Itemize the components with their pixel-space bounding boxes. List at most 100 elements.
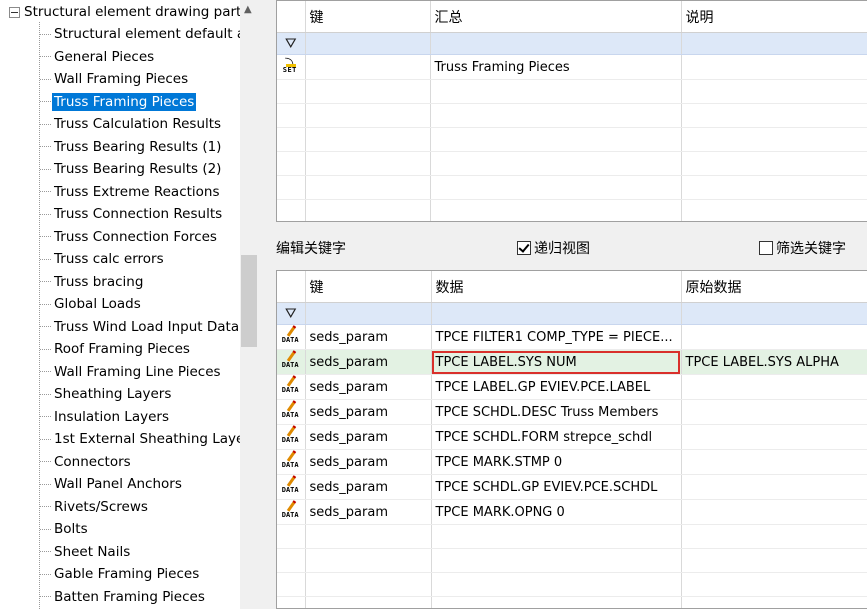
raw-data-cell[interactable] [681, 424, 867, 450]
filter-keywords-label: 筛选关键字 [776, 241, 846, 257]
column-header-raw-data[interactable]: 原始数据 [681, 271, 867, 303]
tree-item[interactable]: Truss Calculation Results [40, 114, 223, 134]
collapse-icon[interactable] [9, 6, 20, 18]
raw-data-cell[interactable] [681, 499, 867, 525]
table-row[interactable]: DATA seds_param TPCE SCHDL.FORM strepce_sc… [277, 424, 867, 450]
recursive-view-checkbox[interactable]: 递归视图 [517, 238, 590, 258]
table-row[interactable]: DATA seds_param TPCE SCHDL.DESC Truss Memb… [277, 399, 867, 425]
tree-item[interactable]: Truss bracing [40, 272, 145, 292]
tree-item[interactable]: Wall Framing Pieces [40, 69, 190, 89]
checkbox-empty-icon[interactable] [759, 241, 773, 255]
tree-connector [40, 596, 51, 597]
description-cell[interactable] [681, 54, 867, 80]
tree-item[interactable]: Connectors [40, 452, 133, 472]
data-cell[interactable]: TPCE MARK.OPNG 0 [431, 499, 682, 525]
data-cell[interactable]: TPCE SCHDL.GP EVIEV.PCE.SCHDL [431, 474, 682, 500]
raw-data-cell[interactable] [681, 449, 867, 475]
tree-item[interactable]: Structural element default av [40, 24, 255, 44]
tree-item-label: Batten Framing Pieces [54, 588, 205, 605]
table-row[interactable]: DATA seds_param TPCE LABEL.GP EVIEV.PCE.LA… [277, 374, 867, 400]
raw-data-cell[interactable] [681, 374, 867, 400]
raw-data-cell[interactable] [681, 324, 867, 350]
table-row[interactable]: DATA seds_param TPCE LABEL.SYS NUM TPCE LAB… [277, 349, 867, 375]
summary-cell[interactable]: Truss Framing Pieces [430, 54, 682, 80]
tree-item[interactable]: Truss Bearing Results (1) [40, 137, 223, 157]
data-pencil-icon: DATA [282, 400, 300, 420]
filter-keywords-checkbox[interactable]: 筛选关键字 [759, 238, 846, 258]
column-header-description[interactable]: 说明 [681, 1, 867, 33]
filter-funnel-icon[interactable]: ⛛ [285, 36, 297, 52]
scrollbar-thumb[interactable] [241, 255, 257, 347]
key-cell[interactable]: seds_param [305, 399, 432, 425]
data-cell[interactable]: TPCE SCHDL.DESC Truss Members [431, 399, 682, 425]
tree-connector [40, 281, 51, 282]
tree-item[interactable]: Bolts [40, 519, 90, 539]
tree-item[interactable]: Sheathing Layers [40, 384, 173, 404]
tree-item[interactable]: Truss Bearing Results (2) [40, 159, 223, 179]
column-header-summary[interactable]: 汇总 [430, 1, 682, 33]
key-cell[interactable]: seds_param [305, 324, 432, 350]
tree-item[interactable]: Sheet Nails [40, 542, 132, 562]
filter-funnel-icon[interactable]: ⛛ [285, 306, 297, 322]
data-cell[interactable]: TPCE FILTER1 COMP_TYPE = PIECE... [431, 324, 682, 350]
tree-item-label: Wall Panel Anchors [54, 476, 182, 492]
tree-connector [40, 393, 51, 395]
tree-item[interactable]: Truss Extreme Reactions [40, 182, 222, 202]
key-cell[interactable]: seds_param [305, 474, 432, 500]
key-cell[interactable]: seds_param [305, 449, 432, 475]
raw-data-cell[interactable] [681, 399, 867, 425]
tree-item[interactable]: Roof Framing Pieces [40, 339, 192, 359]
panel-splitter[interactable] [258, 0, 276, 609]
table-row[interactable]: DATA seds_param TPCE FILTER1 COMP_TYPE = P… [277, 324, 867, 350]
filter-row[interactable]: ⛛ [277, 32, 867, 55]
scroll-up-icon[interactable]: ▲ [244, 4, 252, 15]
tree-item[interactable]: Truss Framing Pieces [40, 92, 197, 112]
table-row[interactable]: DATA seds_param TPCE SCHDL.GP EVIEV.PCE.SC… [277, 474, 867, 500]
data-pencil-icon: DATA [282, 425, 300, 445]
tree-item[interactable]: Batten Framing Pieces [40, 587, 207, 607]
tree-item[interactable]: Truss Connection Forces [40, 227, 219, 247]
tree-connector [40, 236, 51, 237]
tree-item[interactable]: Insulation Layers [40, 407, 171, 427]
table-row[interactable]: ⤵ SET Truss Framing Pieces [277, 54, 867, 80]
data-cell[interactable]: TPCE LABEL.SYS NUM [431, 349, 682, 375]
tree-item[interactable]: Global Loads [40, 294, 143, 314]
checkbox-checked-icon[interactable] [517, 241, 531, 255]
filter-cell[interactable] [305, 302, 432, 325]
tree-root[interactable]: Structural element drawing part [9, 2, 241, 22]
filter-cell[interactable] [305, 32, 431, 55]
tree-item[interactable]: General Pieces [40, 47, 156, 67]
key-cell[interactable] [305, 54, 431, 80]
column-header-key[interactable]: 键 [305, 1, 431, 33]
filter-cell[interactable] [430, 32, 682, 55]
tree-item[interactable]: Truss Connection Results [40, 204, 224, 224]
column-header-data[interactable]: 数据 [431, 271, 682, 303]
tree-item[interactable]: Truss Wind Load Input Data [40, 317, 241, 337]
filter-cell[interactable] [431, 302, 682, 325]
raw-data-cell[interactable] [681, 474, 867, 500]
tree-item-label: Global Loads [54, 296, 141, 312]
key-cell[interactable]: seds_param [305, 349, 432, 375]
column-header-key[interactable]: 键 [305, 271, 432, 303]
data-cell[interactable]: TPCE LABEL.GP EVIEV.PCE.LABEL [431, 374, 682, 400]
filter-cell[interactable] [681, 32, 867, 55]
table-row[interactable]: DATA seds_param TPCE MARK.STMP 0 [277, 449, 867, 475]
tree-item[interactable]: Wall Framing Line Pieces [40, 362, 223, 382]
filter-cell[interactable] [681, 302, 867, 325]
tree-item-label: Truss Framing Pieces [52, 92, 197, 111]
key-cell[interactable]: seds_param [305, 424, 432, 450]
raw-data-cell[interactable]: TPCE LABEL.SYS ALPHA [681, 349, 867, 375]
tree-item[interactable]: Gable Framing Pieces [40, 564, 201, 584]
key-cell[interactable]: seds_param [305, 374, 432, 400]
data-cell[interactable]: TPCE MARK.STMP 0 [431, 449, 682, 475]
data-cell[interactable]: TPCE SCHDL.FORM strepce_schdl [431, 424, 682, 450]
tree-item[interactable]: 1st External Sheathing Layer [40, 429, 252, 449]
key-cell[interactable]: seds_param [305, 499, 432, 525]
table-row[interactable]: DATA seds_param TPCE MARK.OPNG 0 [277, 499, 867, 525]
tree-item[interactable]: Rivets/Screws [40, 497, 150, 517]
tree-connector [40, 326, 51, 327]
tree-item[interactable]: Wall Panel Anchors [40, 474, 184, 494]
tree-scrollbar[interactable]: ▲ [240, 0, 258, 609]
filter-row[interactable]: ⛛ [277, 302, 867, 325]
tree-item[interactable]: Truss calc errors [40, 249, 166, 269]
